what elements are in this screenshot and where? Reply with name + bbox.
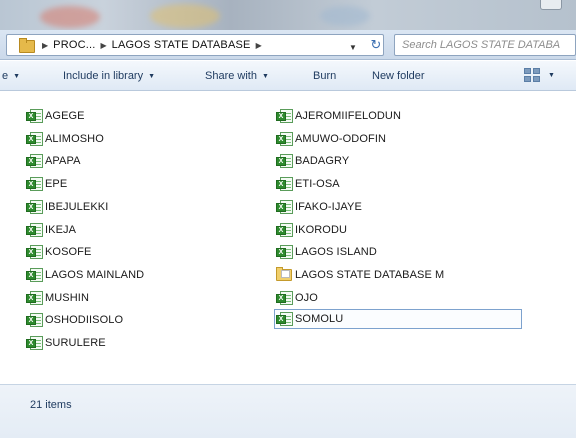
file-item[interactable]: X ALIMOSHO xyxy=(26,129,104,149)
breadcrumb-proc[interactable]: PROC... xyxy=(53,39,95,51)
change-view-icon[interactable] xyxy=(524,68,542,84)
excel-file-icon: X xyxy=(276,222,293,237)
file-name: OJO xyxy=(295,291,318,304)
file-name: SURULERE xyxy=(45,337,106,349)
excel-file-icon: X xyxy=(276,199,293,214)
breadcrumb-separator-icon[interactable]: ▶ xyxy=(42,41,48,50)
file-name: LAGOS ISLAND xyxy=(295,246,377,259)
file-name: IKEJA xyxy=(45,223,77,236)
share-with-button[interactable]: Share with ▼ xyxy=(205,61,269,91)
file-item[interactable]: X IBEJULEKKI xyxy=(26,197,108,217)
file-name: APAPA xyxy=(45,155,81,168)
organize-button[interactable]: e ▼ xyxy=(2,61,20,91)
file-item[interactable]: X ETI-OSA xyxy=(276,174,340,194)
burn-button[interactable]: Burn xyxy=(313,61,336,91)
command-bar: e ▼ Include in library ▼ Share with ▼ Burn … xyxy=(0,61,576,91)
address-bar[interactable]: ▶ PROC... ▶ LAGOS STATE DATABASE ▶ ▼ ↻ xyxy=(6,34,384,56)
chevron-down-icon: ▼ xyxy=(13,73,21,80)
excel-file-icon: X xyxy=(26,336,43,350)
file-item[interactable]: X MUSHIN xyxy=(26,288,89,308)
file-name: IKORODU xyxy=(295,223,348,236)
file-name: AGEGE xyxy=(45,110,85,122)
breadcrumb-separator-icon[interactable]: ▶ xyxy=(256,41,262,50)
excel-file-icon: X xyxy=(26,177,43,192)
excel-file-icon: X xyxy=(276,177,293,192)
window-control-button[interactable] xyxy=(540,0,562,10)
excel-file-icon: X xyxy=(276,312,293,327)
details-pane: 21 items xyxy=(0,384,576,438)
file-name: ALIMOSHO xyxy=(45,132,104,145)
chevron-down-icon[interactable]: ▼ xyxy=(349,43,357,52)
refresh-icon[interactable]: ↻ xyxy=(365,37,387,53)
file-item[interactable]: X AJEROMIIFELODUN xyxy=(276,106,401,126)
file-name: AJEROMIIFELODUN xyxy=(295,110,402,122)
file-item[interactable]: X APAPA xyxy=(26,151,81,171)
excel-file-icon: X xyxy=(26,199,43,214)
file-name: OSHODIISOLO xyxy=(45,314,124,327)
file-item[interactable]: X AGEGE xyxy=(26,106,85,126)
file-name: IFAKO-IJAYE xyxy=(295,200,362,213)
window-title-strip xyxy=(0,0,576,30)
excel-file-icon: X xyxy=(26,290,43,305)
file-item[interactable]: X IKORODU xyxy=(276,220,347,240)
breadcrumb-lagos-state-database[interactable]: LAGOS STATE DATABASE xyxy=(112,39,251,51)
excel-file-icon: X xyxy=(26,267,43,282)
excel-file-icon: X xyxy=(26,109,43,123)
excel-file-icon: X xyxy=(26,313,43,328)
file-item[interactable]: X LAGOS ISLAND xyxy=(276,242,377,262)
file-item[interactable]: X OJO xyxy=(276,288,318,308)
excel-file-icon: X xyxy=(26,222,43,237)
file-item[interactable]: X SURULERE xyxy=(26,333,106,353)
chevron-down-icon: ▼ xyxy=(261,73,269,80)
item-count: 21 items xyxy=(30,399,72,411)
file-name: LAGOS MAINLAND xyxy=(45,268,145,281)
file-name: KOSOFE xyxy=(45,246,92,259)
folder-icon xyxy=(19,38,37,53)
chevron-down-icon: ▼ xyxy=(148,73,156,80)
file-item[interactable]: X OSHODIISOLO xyxy=(26,310,123,330)
file-list: X AGEGE X ALIMOSHO X APAPA X EPE X IBEJULEKKI X IKE… xyxy=(0,92,576,384)
file-name: MUSHIN xyxy=(45,291,89,304)
excel-file-icon: X xyxy=(26,131,43,146)
file-item[interactable]: X AMUWO-ODOFIN xyxy=(276,129,386,149)
file-name: BADAGRY xyxy=(295,155,350,168)
file-item[interactable]: X LAGOS MAINLAND xyxy=(26,265,144,285)
file-item[interactable]: X IKEJA xyxy=(26,220,76,240)
file-name: LAGOS STATE DATABASE M xyxy=(295,268,445,281)
excel-file-icon: X xyxy=(276,245,293,260)
excel-file-icon: X xyxy=(276,290,293,305)
excel-file-icon: X xyxy=(276,109,293,123)
file-item[interactable]: X KOSOFE xyxy=(26,242,91,262)
blurred-taskbar-icon xyxy=(320,6,370,26)
blurred-taskbar-icon xyxy=(40,6,100,28)
file-name: IBEJULEKKI xyxy=(45,200,109,213)
excel-file-icon: X xyxy=(276,131,293,146)
new-folder-button[interactable]: New folder xyxy=(372,61,425,91)
file-name: AMUWO-ODOFIN xyxy=(295,132,387,145)
excel-file-icon: X xyxy=(26,245,43,260)
file-item[interactable]: X SOMOLU xyxy=(274,309,522,330)
excel-file-icon: X xyxy=(276,154,293,169)
chevron-down-icon[interactable]: ▼ xyxy=(548,61,555,91)
address-bar-row: ▶ PROC... ▶ LAGOS STATE DATABASE ▶ ▼ ↻ S… xyxy=(0,30,576,60)
folder-icon xyxy=(276,267,293,282)
file-item[interactable]: X EPE xyxy=(26,174,67,194)
breadcrumb-separator-icon[interactable]: ▶ xyxy=(101,41,107,50)
file-name: ETI-OSA xyxy=(295,178,340,191)
include-in-library-button[interactable]: Include in library ▼ xyxy=(63,61,155,91)
file-item[interactable]: X BADAGRY xyxy=(276,151,349,171)
search-input[interactable]: Search LAGOS STATE DATABA xyxy=(394,34,576,56)
blurred-taskbar-icon xyxy=(150,4,220,28)
file-name: SOMOLU xyxy=(295,313,344,326)
file-item[interactable]: X IFAKO-IJAYE xyxy=(276,197,362,217)
file-item[interactable]: LAGOS STATE DATABASE M xyxy=(276,265,444,285)
excel-file-icon: X xyxy=(26,154,43,169)
file-name: EPE xyxy=(45,178,68,191)
